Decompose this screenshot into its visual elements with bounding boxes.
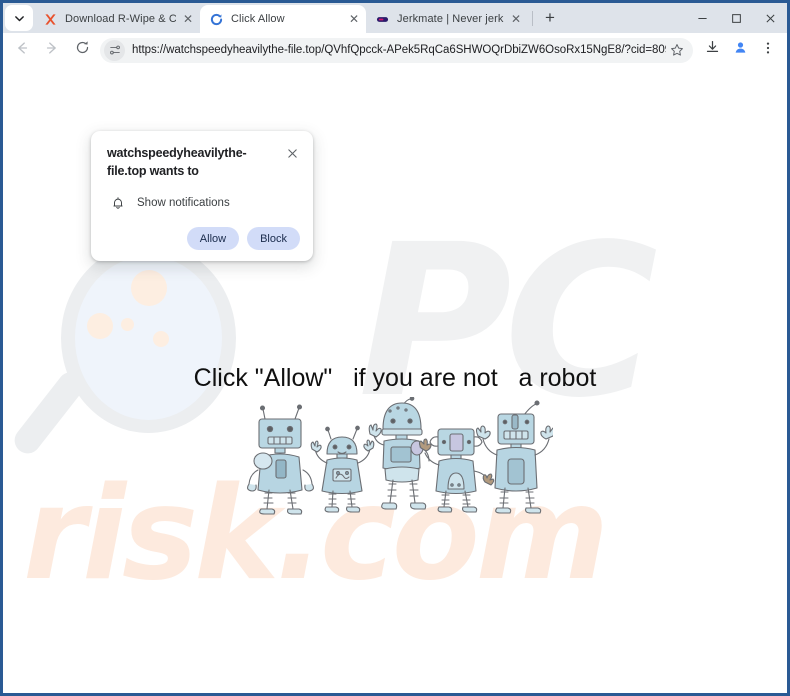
robots-illustration	[243, 396, 556, 517]
tab-search-button[interactable]	[5, 5, 33, 31]
tab-strip: Download R-Wipe & Clean 20 ✕ Click Allow…	[3, 3, 787, 33]
tab-close-button[interactable]: ✕	[180, 11, 196, 27]
permission-request-label: Show notifications	[137, 196, 230, 209]
magnifier-ring	[61, 243, 236, 433]
page-headline: Click "Allow" if you are not a robot	[193, 364, 597, 392]
chevron-down-icon	[14, 13, 25, 24]
block-button[interactable]: Block	[247, 227, 300, 251]
tab-title: Jerkmate | Never jerk off alone	[397, 13, 504, 25]
permission-close-button[interactable]	[284, 145, 300, 161]
permission-actions: Allow Block	[107, 227, 300, 251]
reload-icon	[75, 40, 90, 60]
permission-header: watchspeedyheavilythe-file.top wants to	[107, 144, 300, 180]
page-viewport: PC risk.com Click "Allow" if you are not…	[3, 67, 787, 693]
url-text: https://watchspeedyheavilythe-file.top/Q…	[132, 44, 666, 56]
minimize-button[interactable]	[685, 3, 719, 33]
tab-close-button[interactable]: ✕	[346, 11, 362, 27]
browser-toolbar: https://watchspeedyheavilythe-file.top/Q…	[3, 33, 787, 67]
close-icon	[287, 148, 297, 158]
jerkmate-favicon	[375, 12, 390, 27]
download-icon	[705, 40, 720, 60]
tab-click-allow[interactable]: Click Allow ✕	[200, 5, 366, 33]
tab-close-button[interactable]: ✕	[508, 11, 524, 27]
watermark-pc-text: PC	[358, 199, 658, 444]
permission-request-row: Show notifications	[107, 194, 300, 211]
tab-separator	[532, 10, 533, 26]
tab-title: Click Allow	[231, 13, 285, 25]
back-arrow-icon	[14, 40, 30, 61]
profile-button[interactable]	[727, 37, 753, 63]
magnifier-dot	[153, 331, 169, 347]
bell-icon	[109, 194, 126, 211]
three-dot-menu-icon	[761, 41, 775, 60]
site-settings-icon[interactable]	[104, 39, 125, 61]
close-window-button[interactable]	[753, 3, 787, 33]
address-bar[interactable]: https://watchspeedyheavilythe-file.top/Q…	[100, 37, 693, 63]
magnifier-dot	[121, 318, 134, 331]
new-tab-button[interactable]: +	[537, 5, 563, 31]
magnifier-dot	[131, 270, 167, 306]
bookmark-star-icon[interactable]	[666, 39, 688, 61]
reload-button[interactable]	[69, 37, 95, 63]
magnifier-lens	[75, 256, 222, 420]
maximize-button[interactable]	[719, 3, 753, 33]
downloads-button[interactable]	[699, 37, 725, 63]
tab-jerkmate[interactable]: Jerkmate | Never jerk off alone ✕	[366, 5, 528, 33]
window-controls	[685, 3, 787, 33]
profile-avatar-icon	[733, 40, 748, 60]
forward-button[interactable]	[39, 37, 65, 63]
forward-arrow-icon	[44, 40, 60, 61]
robots-svg	[247, 396, 556, 515]
loading-spinner-favicon	[209, 12, 224, 27]
tab-title: Download R-Wipe & Clean 20	[65, 13, 176, 25]
allow-button[interactable]: Allow	[186, 227, 240, 251]
r-wipe-clean-favicon	[43, 12, 58, 27]
permission-title: watchspeedyheavilythe-file.top wants to	[107, 146, 247, 179]
tab-download-r-wipe[interactable]: Download R-Wipe & Clean 20 ✕	[34, 5, 200, 33]
browser-menu-button[interactable]	[755, 37, 781, 63]
notification-permission-bubble: watchspeedyheavilythe-file.top wants to …	[91, 131, 313, 262]
magnifier-dot	[87, 313, 113, 339]
back-button[interactable]	[9, 37, 35, 63]
browser-window: Download R-Wipe & Clean 20 ✕ Click Allow…	[0, 0, 790, 696]
